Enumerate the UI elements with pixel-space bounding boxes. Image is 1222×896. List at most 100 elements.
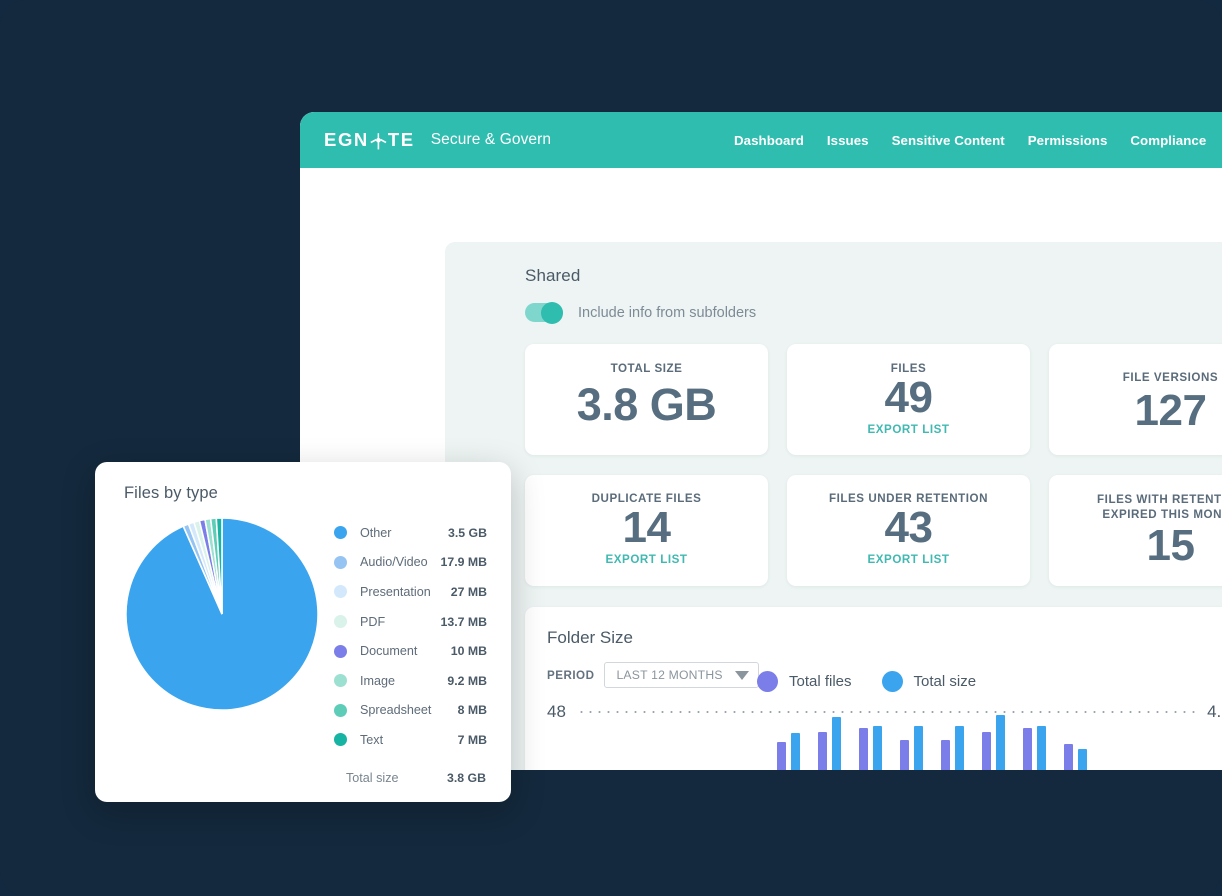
legend-type-value: 9.2 MB	[447, 674, 487, 688]
include-subfolders-toggle[interactable]	[525, 303, 563, 322]
legend-type-label: Text	[360, 733, 458, 747]
files-by-type-panel: Files by type Other3.5 GBAudio/Video17.9…	[95, 462, 511, 802]
pie-total-row: Total size 3.8 GB	[124, 771, 487, 785]
legend-item-total-size[interactable]: Total size	[882, 671, 977, 692]
egnyte-logo[interactable]: EGN TE	[324, 129, 415, 151]
bar-pair	[941, 726, 964, 770]
legend-row[interactable]: Spreadsheet8 MB	[334, 696, 487, 726]
pie-total-label: Total size	[346, 771, 399, 785]
legend-type-label: PDF	[360, 615, 441, 629]
legend-color-dot	[334, 615, 347, 628]
export-list-link[interactable]: EXPORT LIST	[795, 423, 1022, 436]
bar-total-files[interactable]	[1064, 744, 1073, 770]
chart-legend: Total files Total size	[757, 671, 976, 692]
bar-total-size[interactable]	[832, 717, 841, 770]
brand[interactable]: EGN TE Secure & Govern	[324, 129, 551, 151]
bar-total-size[interactable]	[1078, 749, 1087, 770]
legend-type-label: Image	[360, 674, 447, 688]
bar-total-size[interactable]	[955, 726, 964, 770]
legend-item-total-files[interactable]: Total files	[757, 671, 852, 692]
legend-color-dot	[334, 733, 347, 746]
legend-row[interactable]: Image9.2 MB	[334, 666, 487, 696]
legend-row[interactable]: Presentation27 MB	[334, 577, 487, 607]
pie-chart[interactable]	[124, 516, 320, 712]
export-list-link[interactable]: EXPORT LIST	[795, 553, 1022, 566]
product-name: Secure & Govern	[431, 131, 551, 149]
page-title: Shared	[525, 266, 1222, 286]
bar-total-size[interactable]	[791, 733, 800, 770]
legend-row[interactable]: Document10 MB	[334, 636, 487, 666]
include-subfolders-label: Include info from subfolders	[578, 305, 756, 321]
legend-row[interactable]: Text7 MB	[334, 725, 487, 755]
legend-dot-total-files	[757, 671, 778, 692]
legend-type-value: 3.5 GB	[448, 526, 487, 540]
nav-item-dashboard[interactable]: Dashboard	[734, 133, 804, 148]
stats-row-2: DUPLICATE FILES 14 EXPORT LIST FILES UND…	[525, 475, 1222, 586]
period-label: PERIOD	[547, 669, 594, 682]
legend-type-label: Other	[360, 526, 448, 540]
nav-links: Dashboard Issues Sensitive Content Permi…	[734, 133, 1222, 148]
logo-text-left: EGN	[324, 129, 369, 151]
nav-item-compliance[interactable]: Compliance	[1130, 133, 1206, 148]
legend-color-dot	[334, 585, 347, 598]
stat-value: 3.8 GB	[533, 382, 760, 428]
period-select[interactable]: LAST 12 MONTHS	[604, 662, 758, 688]
star-icon	[370, 133, 387, 150]
bar-total-files[interactable]	[941, 740, 950, 770]
nav-item-issues[interactable]: Issues	[827, 133, 869, 148]
legend-row[interactable]: Audio/Video17.9 MB	[334, 548, 487, 578]
bar-total-files[interactable]	[859, 728, 868, 770]
legend-type-label: Audio/Video	[360, 555, 441, 569]
nav-item-permissions[interactable]: Permissions	[1028, 133, 1108, 148]
export-list-link[interactable]: EXPORT LIST	[533, 553, 760, 566]
top-navigation-bar: EGN TE Secure & Govern	[300, 112, 1222, 168]
stat-value: 43	[795, 506, 1022, 551]
legend-dot-total-size	[882, 671, 903, 692]
folder-size-card: Folder Size PERIOD LAST 12 MONTHS Total …	[525, 607, 1222, 770]
stat-card-total-size: TOTAL SIZE 3.8 GB	[525, 344, 768, 455]
files-by-type-body: Other3.5 GBAudio/Video17.9 MBPresentatio…	[124, 512, 487, 755]
stat-value: 49	[795, 376, 1022, 421]
subfolders-toggle-row: Include info from subfolders	[525, 303, 1222, 322]
legend-type-label: Presentation	[360, 585, 451, 599]
stats-row-1: TOTAL SIZE 3.8 GB FILES 49 EXPORT LIST F…	[525, 344, 1222, 455]
legend-type-label: Document	[360, 644, 451, 658]
pie-total-value: 3.8 GB	[447, 771, 486, 785]
legend-row[interactable]: PDF13.7 MB	[334, 607, 487, 637]
stat-card-files: FILES 49 EXPORT LIST	[787, 344, 1030, 455]
stat-card-retention-expired: FILES WITH RETENTION EXPIRED THIS MONTH …	[1049, 475, 1222, 586]
bar-pair	[777, 733, 800, 770]
legend-type-value: 17.9 MB	[441, 555, 487, 569]
folder-size-chart: 48 4.5 GB	[525, 701, 1222, 770]
bar-total-files[interactable]	[982, 732, 991, 770]
bar-total-files[interactable]	[818, 732, 827, 770]
bar-total-size[interactable]	[914, 726, 923, 770]
bar-total-files[interactable]	[777, 742, 786, 770]
content-panel: Shared Include info from subfolders TOTA…	[445, 242, 1222, 770]
bar-pair	[1023, 726, 1046, 770]
axis-right-max-label: 4.5 GB	[1207, 702, 1222, 722]
bar-pair	[818, 717, 841, 770]
folder-size-title: Folder Size	[547, 628, 1222, 648]
stat-value: 14	[533, 506, 760, 551]
legend-type-value: 27 MB	[451, 585, 487, 599]
legend-color-dot	[334, 645, 347, 658]
bar-pair	[859, 726, 882, 770]
legend-type-value: 10 MB	[451, 644, 487, 658]
bar-total-size[interactable]	[873, 726, 882, 770]
stat-value: 15	[1057, 524, 1222, 569]
bar-total-size[interactable]	[1037, 726, 1046, 770]
files-by-type-title: Files by type	[124, 484, 487, 503]
period-selected-value: LAST 12 MONTHS	[616, 668, 722, 682]
legend-label: Total files	[789, 673, 852, 690]
legend-row[interactable]: Other3.5 GB	[334, 518, 487, 548]
bar-total-files[interactable]	[1023, 728, 1032, 770]
nav-item-sensitive-content[interactable]: Sensitive Content	[892, 133, 1005, 148]
logo-text-right: TE	[388, 129, 415, 151]
pie-chart-holder	[124, 512, 320, 755]
bar-total-size[interactable]	[996, 715, 1005, 770]
bar-pair	[1064, 744, 1087, 770]
chart-bars	[777, 713, 1087, 770]
bar-pair	[900, 726, 923, 770]
bar-total-files[interactable]	[900, 740, 909, 770]
